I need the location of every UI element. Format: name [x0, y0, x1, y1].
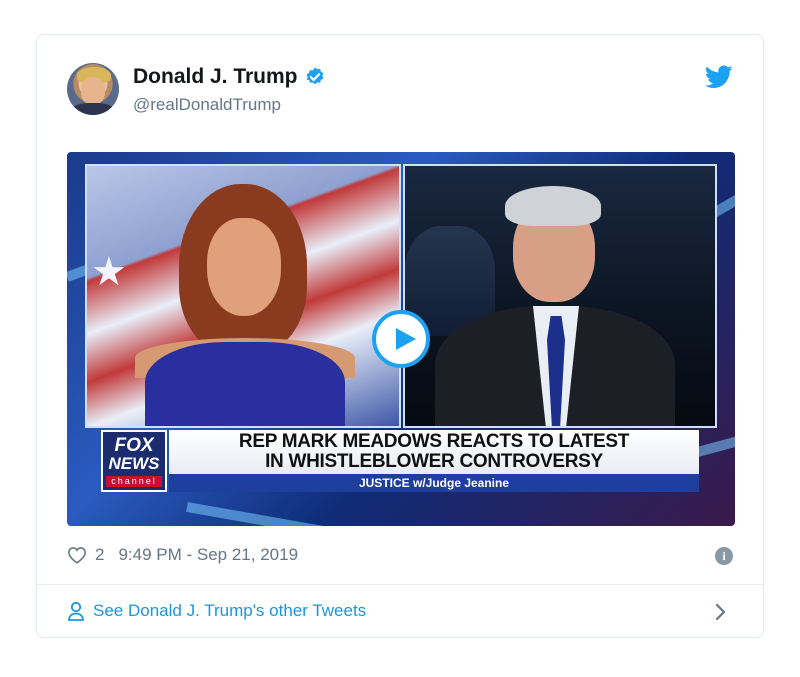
see-other-tweets-label[interactable]: See Donald J. Trump's other Tweets — [93, 601, 366, 621]
verified-badge-icon — [306, 67, 323, 85]
headline-line-2: IN WHISTLEBLOWER CONTROVERSY — [265, 451, 603, 472]
chevron-right-icon[interactable] — [715, 603, 727, 621]
news-chyron: FOX NEWS channel REP MARK MEADOWS REACTS… — [101, 430, 699, 494]
show-name-bar: JUSTICE w/Judge Jeanine — [169, 474, 699, 492]
like-count[interactable]: 2 — [95, 545, 104, 565]
tweet-card: Donald J. Trump @realDonaldTrump ★ FOX N… — [36, 34, 764, 638]
video-player[interactable]: ★ FOX NEWS channel REP MARK MEADOWS REAC… — [67, 152, 735, 526]
divider — [37, 584, 763, 585]
twitter-bird-icon[interactable] — [705, 65, 733, 89]
play-icon[interactable] — [372, 310, 430, 368]
person-icon — [68, 601, 84, 621]
info-icon[interactable]: i — [715, 547, 733, 565]
fox-news-logo: FOX NEWS channel — [101, 430, 167, 492]
chyron-headline: REP MARK MEADOWS REACTS TO LATEST IN WHI… — [169, 430, 699, 474]
heart-icon[interactable] — [67, 546, 87, 564]
author-name[interactable]: Donald J. Trump — [133, 65, 298, 89]
headline-line-1: REP MARK MEADOWS REACTS TO LATEST — [238, 431, 630, 452]
host-video-panel: ★ — [85, 164, 401, 428]
guest-video-panel — [403, 164, 717, 428]
tweet-meta: 2 9:49 PM - Sep 21, 2019 — [67, 545, 298, 565]
tweet-timestamp[interactable]: 9:49 PM - Sep 21, 2019 — [118, 545, 298, 565]
see-other-tweets-link[interactable]: See Donald J. Trump's other Tweets — [67, 601, 366, 621]
author-avatar[interactable] — [67, 63, 119, 115]
author-name-row: Donald J. Trump — [133, 65, 326, 89]
author-handle[interactable]: @realDonaldTrump — [133, 95, 281, 115]
